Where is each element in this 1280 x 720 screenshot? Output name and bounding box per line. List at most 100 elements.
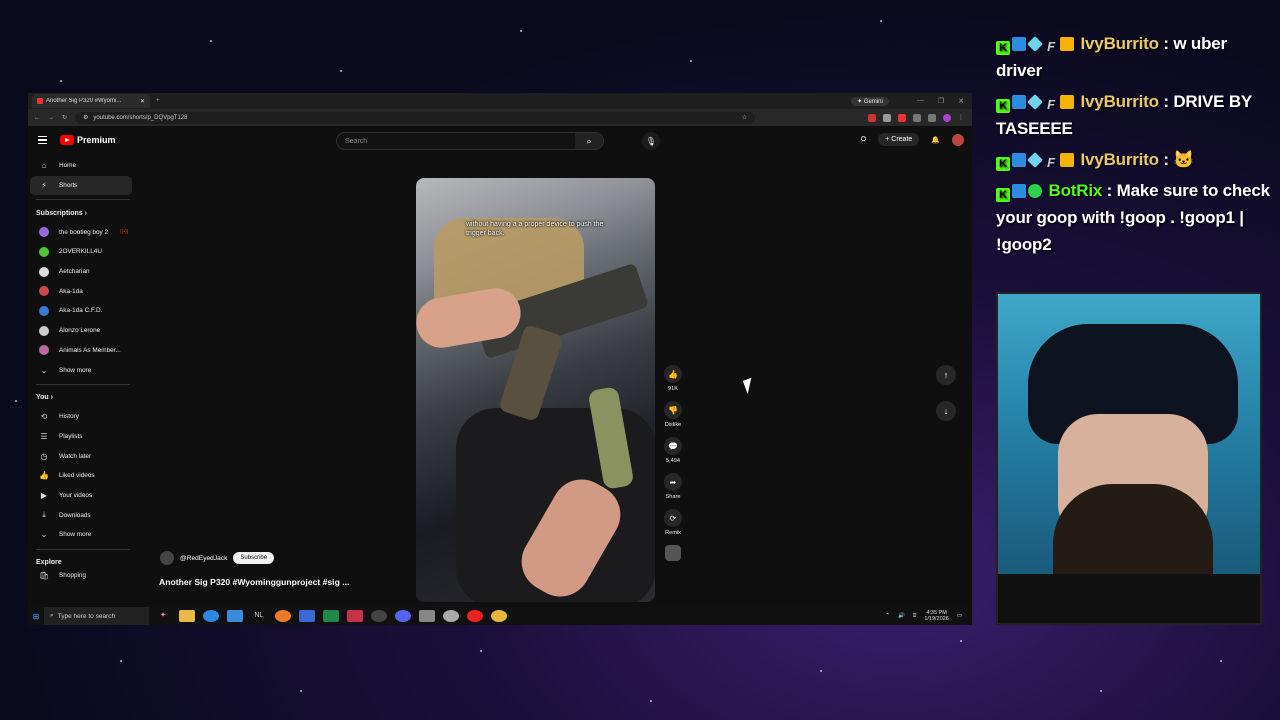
channel-name: Alonzo Lerone — [59, 327, 101, 335]
bookmark-star-icon[interactable]: ☆ — [742, 114, 747, 121]
file-explorer-icon[interactable] — [179, 610, 195, 622]
browser-tab[interactable]: Another Sig P320 #Wyomi... ✕ — [32, 94, 150, 108]
like-button[interactable]: 👍 91K — [660, 365, 686, 392]
subscriptions-heading[interactable]: Subscriptions › — [28, 204, 138, 222]
chevron-up-icon[interactable]: ⌃ — [886, 613, 891, 619]
previous-short-button[interactable]: ↑ — [936, 365, 956, 385]
tab-title: Another Sig P320 #Wyomi... — [46, 98, 122, 104]
chrome-icon[interactable] — [491, 610, 507, 622]
logo-text: Premium — [77, 135, 116, 145]
show-more-you[interactable]: ⌄ Show more — [30, 525, 136, 545]
search-icon[interactable]: ⌕ — [575, 133, 603, 149]
cast-icon[interactable]: ⛭ — [861, 136, 867, 144]
subscription-item[interactable]: the bootleg boy 2 ((•)) — [30, 222, 136, 242]
menu-kebab-icon[interactable]: ⋮ — [958, 114, 966, 122]
restore-icon[interactable]: ❐ — [938, 97, 944, 106]
copilot-icon[interactable]: ✦ — [155, 610, 171, 622]
sidebar-item-watch-later[interactable]: ◷ Watch later — [30, 446, 136, 466]
sidebar-item-your-videos[interactable]: ▶ Your videos — [30, 486, 136, 506]
system-clock[interactable]: 4:35 PM 1/19/2026 — [924, 610, 948, 622]
arrow-badge-icon — [1012, 153, 1026, 167]
hamburger-menu-icon[interactable] — [38, 136, 47, 144]
discord-icon[interactable] — [395, 610, 411, 622]
obs-icon[interactable] — [371, 610, 387, 622]
sidebar-item-shorts[interactable]: ⚡ Shorts — [30, 175, 132, 196]
subscription-item[interactable]: 2OVERKILL4U — [30, 242, 136, 262]
subscription-item[interactable]: Alonzo Lerone — [30, 321, 136, 341]
create-button[interactable]: + Create — [878, 133, 920, 146]
chat-username[interactable]: IvyBurrito — [1081, 92, 1159, 111]
chat-username[interactable]: IvyBurrito — [1081, 150, 1159, 169]
extensions-bar: ⋮ — [868, 113, 966, 122]
sidebar-item-liked-videos[interactable]: 👍 Liked videos — [30, 466, 136, 486]
close-window-icon[interactable]: ✕ — [958, 97, 964, 106]
channel-handle[interactable]: @RedEyedJack — [180, 555, 227, 562]
search-input[interactable]: Search ⌕ — [336, 132, 604, 150]
site-info-icon[interactable]: ⚙ — [83, 114, 88, 121]
app-icon[interactable] — [299, 610, 315, 622]
extension-icon[interactable] — [868, 113, 876, 122]
next-short-button[interactable]: ↓ — [936, 401, 956, 421]
edge-icon[interactable] — [203, 610, 219, 622]
network-icon[interactable]: ⌸ — [913, 613, 916, 620]
microphone-icon[interactable]: 🎙 — [642, 132, 660, 150]
subscribe-button[interactable]: Subscribe — [233, 552, 275, 564]
dislike-button[interactable]: 👎 Dislike — [660, 401, 686, 428]
channel-avatar[interactable] — [160, 551, 174, 565]
windows-start-icon[interactable]: ⊞ — [28, 612, 44, 621]
notifications-icon[interactable]: ▭ — [957, 613, 962, 619]
comments-button[interactable]: 💬 5,494 — [660, 437, 686, 464]
sound-channel-thumbnail[interactable] — [665, 545, 681, 561]
sidebar-item-downloads[interactable]: ⤓ Downloads — [30, 505, 136, 525]
minimize-icon[interactable]: — — [917, 97, 924, 106]
extension-icon[interactable] — [898, 113, 906, 122]
extension-icon[interactable] — [928, 113, 936, 122]
firefox-icon[interactable] — [275, 610, 291, 622]
youtube-premium-logo[interactable]: Premium — [60, 135, 116, 145]
sidebar-item-shopping[interactable]: 🛍 Shopping — [30, 572, 136, 580]
back-icon[interactable]: ← — [34, 115, 40, 121]
app-icon[interactable] — [443, 610, 459, 622]
short-video-player[interactable]: without having a a proper device to push… — [416, 178, 655, 602]
chat-message: KF IvyBurrito : w uber driver — [996, 30, 1272, 84]
forward-icon[interactable]: → — [48, 115, 54, 121]
store-icon[interactable] — [227, 610, 243, 622]
app-icon[interactable]: NL — [251, 610, 267, 622]
subscription-item[interactable]: Aetcharian — [30, 262, 136, 282]
share-label: Share — [665, 494, 681, 500]
show-more-subscriptions[interactable]: ⌄ Show more — [30, 360, 136, 380]
volume-icon[interactable]: 🔊 — [898, 613, 905, 619]
sidebar-item-home[interactable]: ⌂ Home — [30, 156, 136, 176]
video-title[interactable]: Another Sig P320 #Wyominggunproject #sig… — [159, 577, 349, 587]
extension-icon[interactable] — [913, 113, 921, 122]
account-avatar[interactable] — [952, 133, 964, 146]
share-button[interactable]: ➦ Share — [660, 473, 686, 500]
subscription-item[interactable]: Aka-1da C.F.D. — [30, 301, 136, 321]
f-badge-icon: F — [1047, 97, 1055, 112]
verified-badge-icon — [1028, 184, 1042, 198]
chat-username[interactable]: BotRix — [1049, 181, 1103, 200]
gemini-button[interactable]: ✦ Gemini — [851, 96, 889, 106]
sidebar-item-label: Home — [59, 162, 77, 170]
taskbar-search-input[interactable]: ⌕ Type here to search — [44, 607, 149, 625]
chat-username[interactable]: IvyBurrito — [1081, 34, 1159, 53]
sidebar-item-playlists[interactable]: ☰ Playlists — [30, 427, 136, 447]
clock-icon: ◷ — [40, 451, 48, 461]
subscription-item[interactable]: Animals As Member... — [30, 341, 136, 361]
notifications-bell-icon[interactable]: 🔔 — [931, 136, 940, 144]
opera-icon[interactable] — [467, 610, 483, 622]
app-icon[interactable] — [347, 610, 363, 622]
close-tab-icon[interactable]: ✕ — [140, 98, 145, 105]
app-icon[interactable] — [419, 610, 435, 622]
you-heading[interactable]: You › — [28, 389, 138, 407]
subscription-item[interactable]: Aka-1da — [30, 281, 136, 301]
url-field[interactable]: ⚙ youtube.com/shorts/p_DQVpgT128 ☆ — [75, 111, 756, 124]
extension-icon[interactable] — [883, 113, 891, 122]
reload-icon[interactable]: ↻ — [62, 114, 67, 121]
profile-icon[interactable] — [943, 113, 951, 122]
remix-button[interactable]: ⟳ Remix — [660, 509, 686, 536]
sidebar-item-history[interactable]: ⟲ History — [30, 407, 136, 427]
system-tray: ⌃ 🔊 ⌸ 4:35 PM 1/19/2026 ▭ — [886, 610, 968, 622]
excel-icon[interactable] — [323, 610, 339, 622]
new-tab-icon[interactable]: + — [156, 98, 160, 104]
